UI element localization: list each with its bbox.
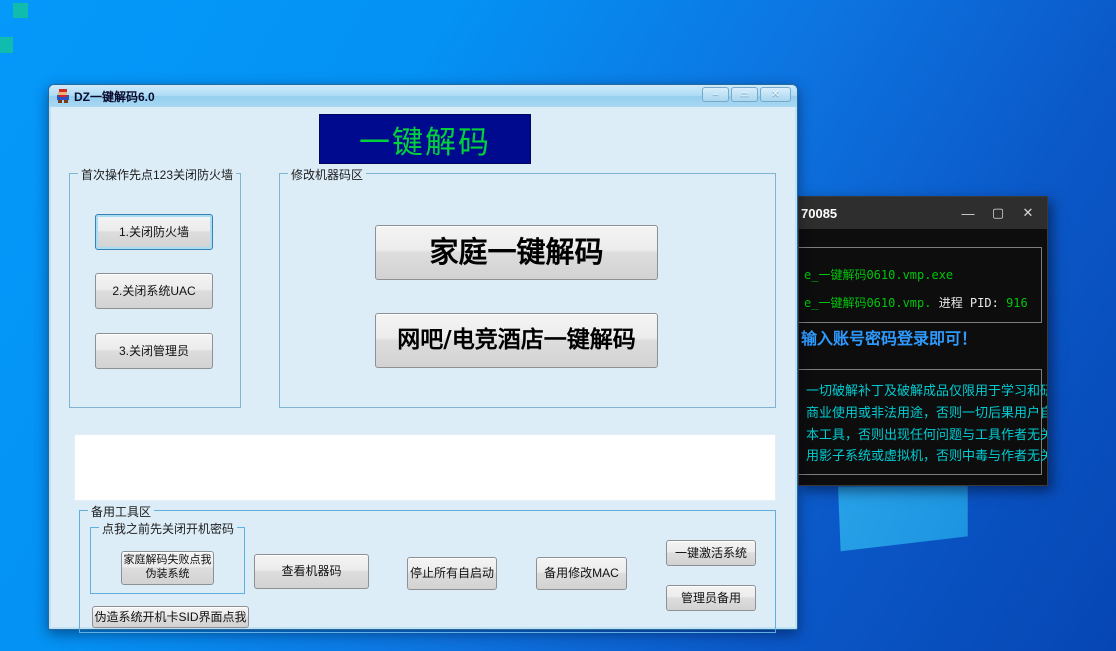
main-maximize-button[interactable]: ▭ (731, 87, 758, 102)
app-banner: 一键解码 (319, 114, 531, 164)
disclaimer-line-4: 用影子系统或虚拟机，否则中毒与作者无关 (806, 445, 1048, 464)
backup-tools-groupbox: 备用工具区 点我之前先关闭开机密码 家庭解码失败点我 伪装系统 查看机器码 停止… (79, 510, 776, 633)
console-maximize-button[interactable]: ▢ (983, 197, 1013, 229)
disclaimer-line-3: 本工具，否则出现任何问题与工具作者无关 (806, 424, 1048, 443)
netbar-decode-button[interactable]: 网吧/电竞酒店一键解码 (375, 313, 658, 368)
backup-tools-group-label: 备用工具区 (88, 503, 154, 520)
console-window: 70085 — ▢ ✕ e_一键解码0610.vmp.exe e_一键解码061… (798, 196, 1048, 486)
console-status-box: e_一键解码0610.vmp.exe e_一键解码0610.vmp. 进程 PI… (798, 247, 1042, 323)
console-titlebar[interactable]: 70085 — ▢ ✕ (799, 197, 1047, 229)
backup-modify-mac-button[interactable]: 备用修改MAC (536, 557, 627, 590)
disclaimer-line-1: 一切破解补丁及破解成品仅限用于学习和研究 (806, 380, 1048, 399)
admin-backup-button[interactable]: 管理员备用 (666, 585, 756, 611)
firewall-groupbox: 首次操作先点123关闭防火墙 1.关闭防火墙 2.关闭系统UAC 3.关闭管理员 (69, 173, 241, 408)
firewall-group-label: 首次操作先点123关闭防火墙 (78, 166, 236, 183)
close-boot-password-groupbox: 点我之前先关闭开机密码 家庭解码失败点我 伪装系统 (90, 527, 245, 594)
activate-system-button[interactable]: 一键激活系统 (666, 540, 756, 566)
app-banner-text: 一键解码 (359, 117, 491, 162)
main-window-title: DZ一键解码6.0 (74, 88, 155, 105)
main-client-area: 一键解码 首次操作先点123关闭防火墙 1.关闭防火墙 2.关闭系统UAC 3.… (51, 107, 795, 627)
fake-sid-button[interactable]: 伪造系统开机卡SID界面点我 (92, 606, 249, 628)
disclaimer-line-2: 商业使用或非法用途，否则一切后果用户自负 (806, 402, 1048, 421)
console-minimize-button[interactable]: — (953, 197, 983, 229)
machine-code-groupbox: 修改机器码区 家庭一键解码 网吧/电竞酒店一键解码 (279, 173, 776, 408)
main-minimize-button[interactable]: – (702, 87, 729, 102)
home-decode-fail-button[interactable]: 家庭解码失败点我 伪装系统 (121, 551, 214, 585)
desktop-icon-square-1[interactable] (13, 3, 28, 18)
main-titlebar[interactable]: DZ一键解码6.0 – ▭ ✕ (49, 85, 797, 107)
wallpaper-light-pane (838, 486, 970, 554)
console-log-line-2-file: e_一键解码0610.vmp. (804, 296, 939, 310)
machine-code-group-label: 修改机器码区 (288, 166, 366, 183)
desktop-icon-square-2[interactable] (0, 37, 13, 53)
home-decode-fail-line1: 家庭解码失败点我 (124, 554, 212, 568)
home-decode-fail-line2: 伪装系统 (146, 568, 190, 582)
console-login-hint: 输入账号密码登录即可！ (801, 325, 977, 349)
console-disclaimer-box: 一切破解补丁及破解成品仅限用于学习和研究 商业使用或非法用途，否则一切后果用户自… (798, 369, 1042, 475)
view-machine-code-button[interactable]: 查看机器码 (254, 554, 369, 589)
console-close-button[interactable]: ✕ (1013, 197, 1043, 229)
home-decode-button[interactable]: 家庭一键解码 (375, 225, 658, 280)
console-pid-value: 916 (1006, 296, 1028, 310)
close-uac-button[interactable]: 2.关闭系统UAC (95, 273, 213, 309)
main-close-button[interactable]: ✕ (760, 87, 791, 102)
close-firewall-button[interactable]: 1.关闭防火墙 (95, 214, 213, 250)
console-pid-label: 进程 PID: (939, 296, 1006, 310)
output-log-area[interactable] (74, 434, 776, 501)
app-mario-icon (56, 89, 70, 103)
close-boot-password-label: 点我之前先关闭开机密码 (99, 520, 237, 537)
console-window-title: 70085 (801, 206, 837, 221)
desktop-wallpaper: 70085 — ▢ ✕ e_一键解码0610.vmp.exe e_一键解码061… (0, 0, 1116, 651)
console-log-line-1: e_一键解码0610.vmp.exe (804, 266, 953, 283)
close-admin-button[interactable]: 3.关闭管理员 (95, 333, 213, 369)
console-log-line-2: e_一键解码0610.vmp. 进程 PID: 916 (804, 294, 1028, 311)
main-window: DZ一键解码6.0 – ▭ ✕ 一键解码 首次操作先点123关闭防火墙 1.关闭… (48, 84, 798, 630)
stop-autostart-button[interactable]: 停止所有自启动 (407, 557, 497, 590)
